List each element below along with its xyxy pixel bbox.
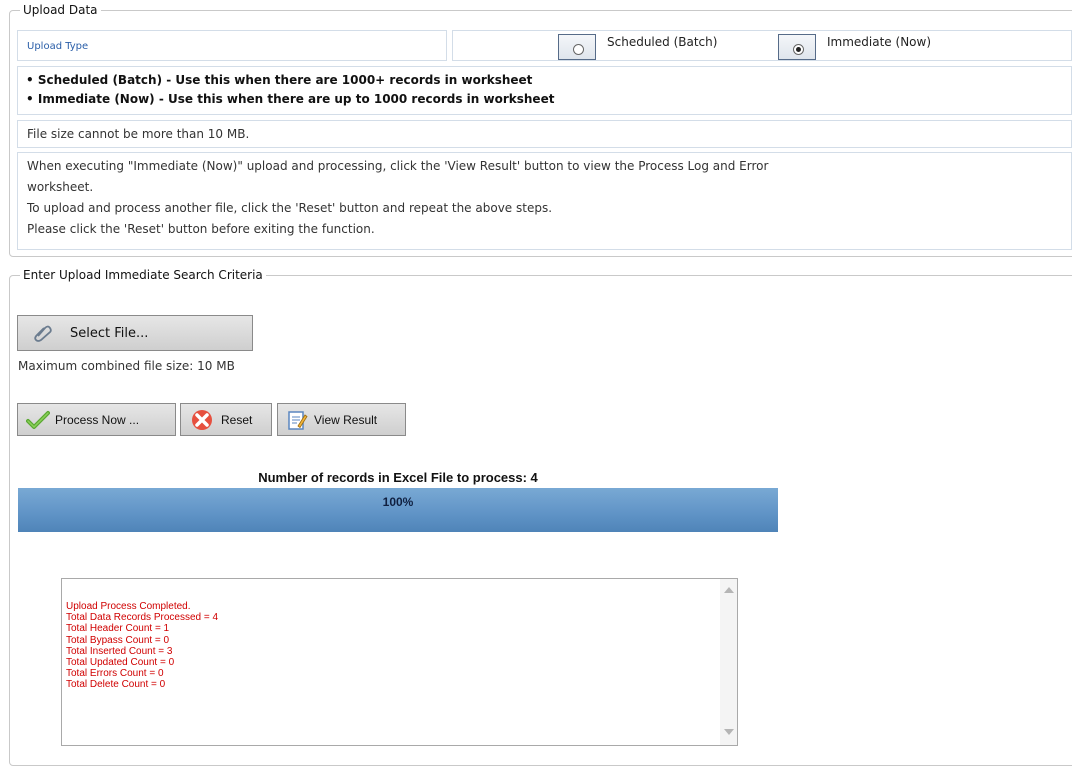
log-line: Total Header Count = 1 <box>66 623 170 635</box>
upload-type-label: Upload Type <box>27 41 89 52</box>
progress-bar: 100% <box>18 488 778 532</box>
max-size-note: Maximum combined file size: 10 MB <box>18 359 235 373</box>
log-line: Total Bypass Count = 0 <box>66 634 170 646</box>
upload-type-row: Upload Type <box>17 30 447 61</box>
radio-label-immediate: Immediate (Now) <box>827 35 932 49</box>
instruction-line-1: When executing "Immediate (Now)" upload … <box>27 159 769 173</box>
process-log-lines: Upload Process Completed. Total Data Reco… <box>66 601 218 691</box>
bullet-immediate: • Immediate (Now) - Use this when there … <box>26 92 555 106</box>
bullet-scheduled: • Scheduled (Batch) - Use this when ther… <box>26 73 533 87</box>
instructions-row: When executing "Immediate (Now)" upload … <box>17 152 1072 250</box>
log-line: Upload Process Completed. <box>66 601 191 612</box>
paperclip-icon <box>32 323 54 343</box>
bullets-row: • Scheduled (Batch) - Use this when ther… <box>17 66 1072 115</box>
upload-data-legend: Upload Data <box>23 3 98 17</box>
log-line: Total Delete Count = 0 <box>66 679 166 691</box>
log-line: Total Errors Count = 0 <box>66 668 164 680</box>
search-criteria-legend: Enter Upload Immediate Search Criteria <box>23 268 263 282</box>
log-scrollbar[interactable] <box>720 579 737 745</box>
records-caption: Number of records in Excel File to proce… <box>258 470 538 485</box>
log-line: Total Updated Count = 0 <box>66 657 175 669</box>
view-result-button[interactable]: View Result <box>277 403 406 436</box>
reset-label: Reset <box>221 412 253 427</box>
reset-button[interactable]: Reset <box>180 403 272 436</box>
radio-selected-dot <box>796 47 801 52</box>
radio-label-scheduled: Scheduled (Batch) <box>607 35 718 49</box>
radio-scheduled-batch[interactable] <box>558 34 596 60</box>
radio-circle-scheduled <box>573 44 584 55</box>
select-file-button[interactable]: Select File... <box>17 315 253 351</box>
instruction-line-2: worksheet. <box>27 180 94 194</box>
scroll-up-icon[interactable] <box>724 587 734 593</box>
log-line: Total Inserted Count = 3 <box>66 645 173 657</box>
document-pencil-icon <box>286 409 308 431</box>
checkmark-icon <box>26 410 50 430</box>
radio-immediate-now[interactable] <box>778 34 816 60</box>
file-size-row: File size cannot be more than 10 MB. <box>17 120 1072 148</box>
process-now-button[interactable]: Process Now ... <box>17 403 176 436</box>
view-result-label: View Result <box>314 412 378 427</box>
file-size-note: File size cannot be more than 10 MB. <box>27 127 250 141</box>
radio-circle-immediate <box>793 44 804 55</box>
process-now-label: Process Now ... <box>55 412 140 427</box>
upload-type-options-row <box>452 30 1072 61</box>
process-log-textarea[interactable]: Upload Process Completed. Total Data Reco… <box>61 578 738 746</box>
log-line: Total Data Records Processed = 4 <box>66 612 219 624</box>
scroll-down-icon[interactable] <box>724 729 734 735</box>
select-file-label: Select File... <box>70 325 149 341</box>
red-x-icon <box>191 409 213 431</box>
instruction-line-4: Please click the 'Reset' button before e… <box>27 222 375 236</box>
progress-label: 100% <box>382 495 414 509</box>
instruction-line-3: To upload and process another file, clic… <box>27 201 553 215</box>
